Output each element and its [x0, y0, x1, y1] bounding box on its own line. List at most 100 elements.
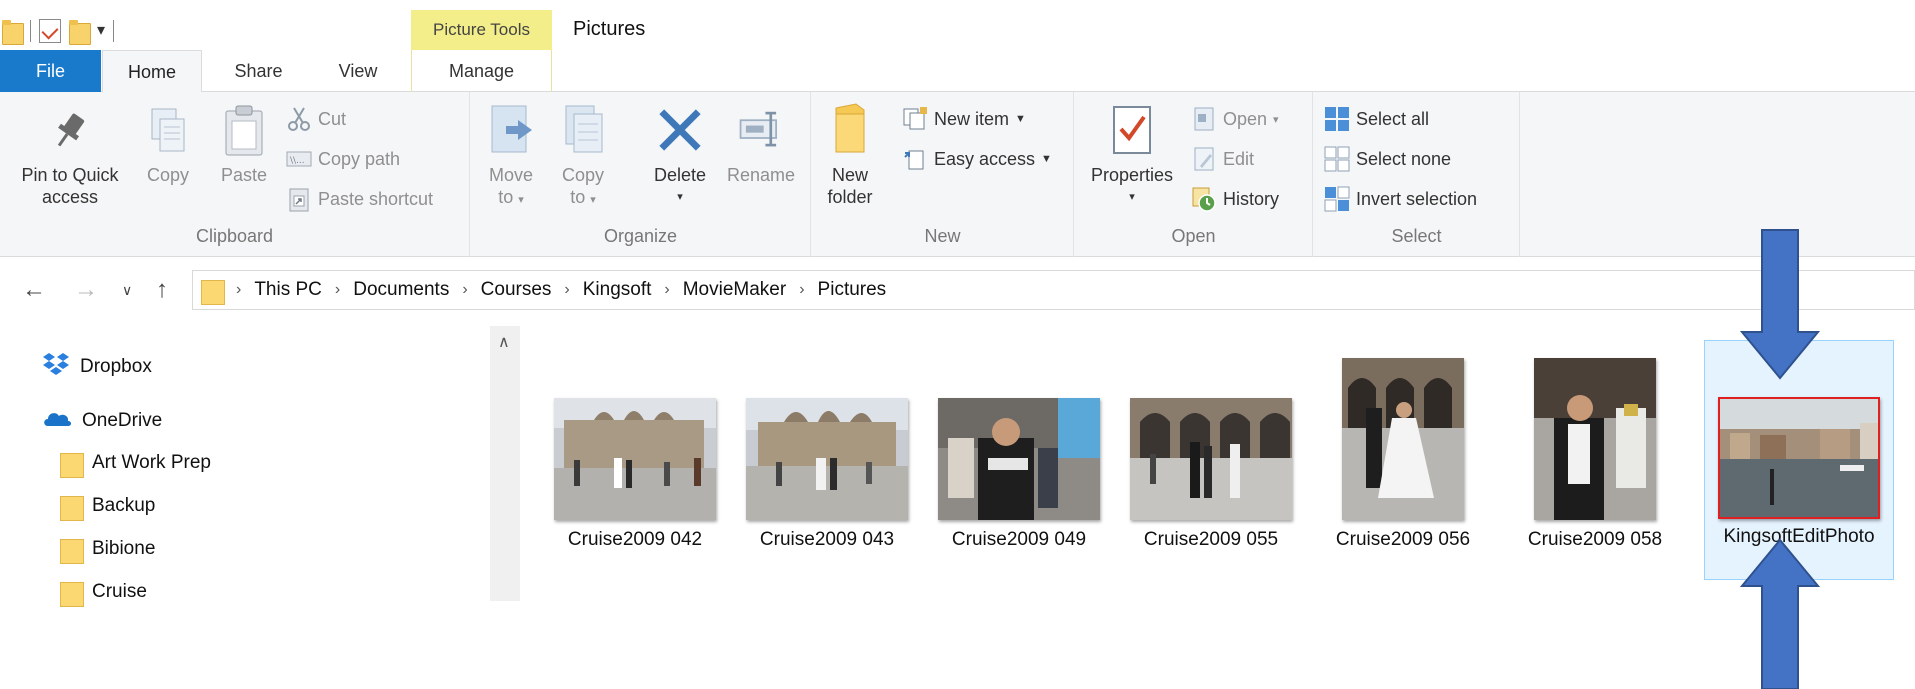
dropbox-icon [42, 352, 70, 382]
select-none-label: Select none [1356, 148, 1452, 169]
paste-shortcut-icon [286, 186, 312, 212]
new-item-icon [902, 106, 928, 132]
tab-manage[interactable]: Manage [411, 50, 552, 92]
invert-selection-label: Invert selection [1356, 188, 1478, 209]
copy-to-button[interactable]: Copy to ▾ [553, 102, 613, 211]
nav-item-cruise[interactable]: Cruise [60, 579, 147, 607]
address-bar[interactable]: › This PC › Documents › Courses › Kingso… [192, 270, 1915, 310]
new-item-button[interactable]: New item ▼ [902, 104, 1026, 134]
pin-to-quick-access-button[interactable]: Pin to Quick access [10, 102, 130, 208]
copy-to-icon [559, 102, 607, 158]
pin-label-line2: access [41, 187, 99, 207]
open-label: Open [1223, 108, 1268, 129]
breadcrumb-separator[interactable]: › [799, 281, 804, 299]
back-arrow-icon[interactable]: ← [22, 276, 46, 304]
tab-file[interactable]: File [0, 50, 101, 92]
navigation-pane-scrollbar[interactable]: ∧ [490, 326, 520, 601]
folder-icon [60, 579, 84, 607]
nav-item-label: Bibione [92, 538, 156, 559]
move-to-button[interactable]: Move to ▾ [481, 102, 541, 211]
copy-icon [144, 102, 192, 158]
copy-button[interactable]: Copy [138, 102, 198, 186]
breadcrumb-moviemaker[interactable]: MovieMaker [683, 279, 786, 301]
customize-toolbar-dropdown-icon[interactable]: ▾ [97, 23, 105, 39]
file-tile[interactable]: Cruise2009 055 [1116, 340, 1306, 580]
folder-icon [2, 19, 24, 45]
properties-dropdown-icon[interactable]: ▾ [1129, 186, 1135, 208]
file-tile[interactable]: Cruise2009 058 [1500, 340, 1690, 580]
easy-access-dropdown-icon: ▼ [1041, 153, 1052, 165]
delete-button[interactable]: Delete ▾ [647, 102, 713, 208]
file-tile[interactable]: Cruise2009 043 [732, 340, 922, 580]
recent-locations-chevron-icon[interactable]: ∨ [122, 282, 132, 299]
scroll-up-chevron-icon[interactable]: ∧ [498, 332, 510, 352]
breadcrumb-kingsoft[interactable]: Kingsoft [583, 279, 652, 301]
nav-item-bibione[interactable]: Bibione [60, 536, 156, 564]
delete-dropdown-icon[interactable]: ▾ [677, 186, 683, 208]
edit-button[interactable]: Edit [1191, 144, 1254, 174]
properties-icon[interactable] [39, 19, 61, 43]
clipboard-group-label: Clipboard [195, 226, 274, 246]
breadcrumb-separator[interactable]: › [664, 281, 669, 299]
new-folder-button[interactable]: New folder [820, 102, 880, 208]
file-tile[interactable]: Cruise2009 056 [1308, 340, 1498, 580]
edit-label: Edit [1223, 148, 1255, 169]
ribbon: Pin to Quick access Copy Paste Cut \\... [0, 92, 1915, 257]
pin-label-line1: Pin to Quick [21, 165, 119, 185]
folder-icon [60, 536, 84, 564]
breadcrumb-separator[interactable]: › [564, 281, 569, 299]
new-item-dropdown-icon: ▼ [1015, 113, 1026, 125]
breadcrumb-courses[interactable]: Courses [481, 279, 552, 301]
nav-item-backup[interactable]: Backup [60, 493, 155, 521]
cut-label: Cut [318, 108, 347, 129]
new-folder-icon[interactable] [69, 19, 91, 45]
select-all-button[interactable]: Select all [1324, 104, 1429, 134]
history-label: History [1223, 188, 1280, 209]
invert-selection-icon [1324, 186, 1350, 212]
breadcrumb-separator[interactable]: › [462, 281, 467, 299]
paste-button[interactable]: Paste [212, 102, 276, 186]
breadcrumb-separator[interactable]: › [335, 281, 340, 299]
select-none-button[interactable]: Select none [1324, 144, 1451, 174]
file-name: Cruise2009 056 [1335, 529, 1471, 550]
tab-home[interactable]: Home [102, 50, 202, 93]
cut-button[interactable]: Cut [286, 104, 346, 134]
nav-item-label: Art Work Prep [92, 452, 211, 473]
properties-button[interactable]: Properties ▾ [1085, 102, 1179, 208]
nav-item-art-work-prep[interactable]: Art Work Prep [60, 450, 211, 478]
file-thumbnail [746, 398, 908, 520]
open-button[interactable]: Open ▾ [1191, 104, 1279, 134]
delete-label: Delete [653, 165, 707, 185]
forward-arrow-icon[interactable]: → [74, 276, 98, 304]
rename-button[interactable]: Rename [721, 102, 801, 186]
breadcrumb-separator[interactable]: › [236, 281, 241, 299]
copy-path-button[interactable]: \\... Copy path [286, 144, 400, 174]
navigation-row: ← → ∨ ↑ › This PC › Documents › Courses … [0, 268, 1915, 312]
copy-path-label: Copy path [318, 148, 401, 169]
file-name: Cruise2009 042 [567, 529, 703, 550]
nav-item-dropbox[interactable]: Dropbox [42, 352, 152, 382]
up-arrow-icon[interactable]: ↑ [156, 276, 168, 304]
paste-shortcut-button[interactable]: Paste shortcut [286, 184, 433, 214]
new-item-label: New item [934, 108, 1010, 129]
file-name: Cruise2009 055 [1143, 529, 1279, 550]
breadcrumb-documents[interactable]: Documents [353, 279, 449, 301]
breadcrumb-pictures[interactable]: Pictures [818, 279, 887, 301]
file-tile[interactable]: Cruise2009 049 [924, 340, 1114, 580]
svg-text:\\...: \\... [290, 156, 305, 166]
annotation-arrow-up [1740, 538, 1820, 689]
window-title: Pictures [573, 18, 646, 40]
tab-view[interactable]: View [316, 50, 400, 92]
nav-item-onedrive[interactable]: OneDrive [42, 408, 162, 434]
folder-icon [60, 493, 84, 521]
file-tile[interactable]: Cruise2009 042 [540, 340, 730, 580]
new-folder-label-line1: New [831, 165, 868, 185]
tab-share[interactable]: Share [211, 50, 306, 92]
breadcrumb-this-pc[interactable]: This PC [254, 279, 322, 301]
copy-label: Copy [146, 165, 190, 185]
easy-access-button[interactable]: Easy access ▼ [902, 144, 1052, 174]
history-button[interactable]: History [1191, 184, 1279, 214]
folder-icon [60, 450, 84, 478]
invert-selection-button[interactable]: Invert selection [1324, 184, 1477, 214]
copy-path-icon: \\... [286, 146, 312, 172]
